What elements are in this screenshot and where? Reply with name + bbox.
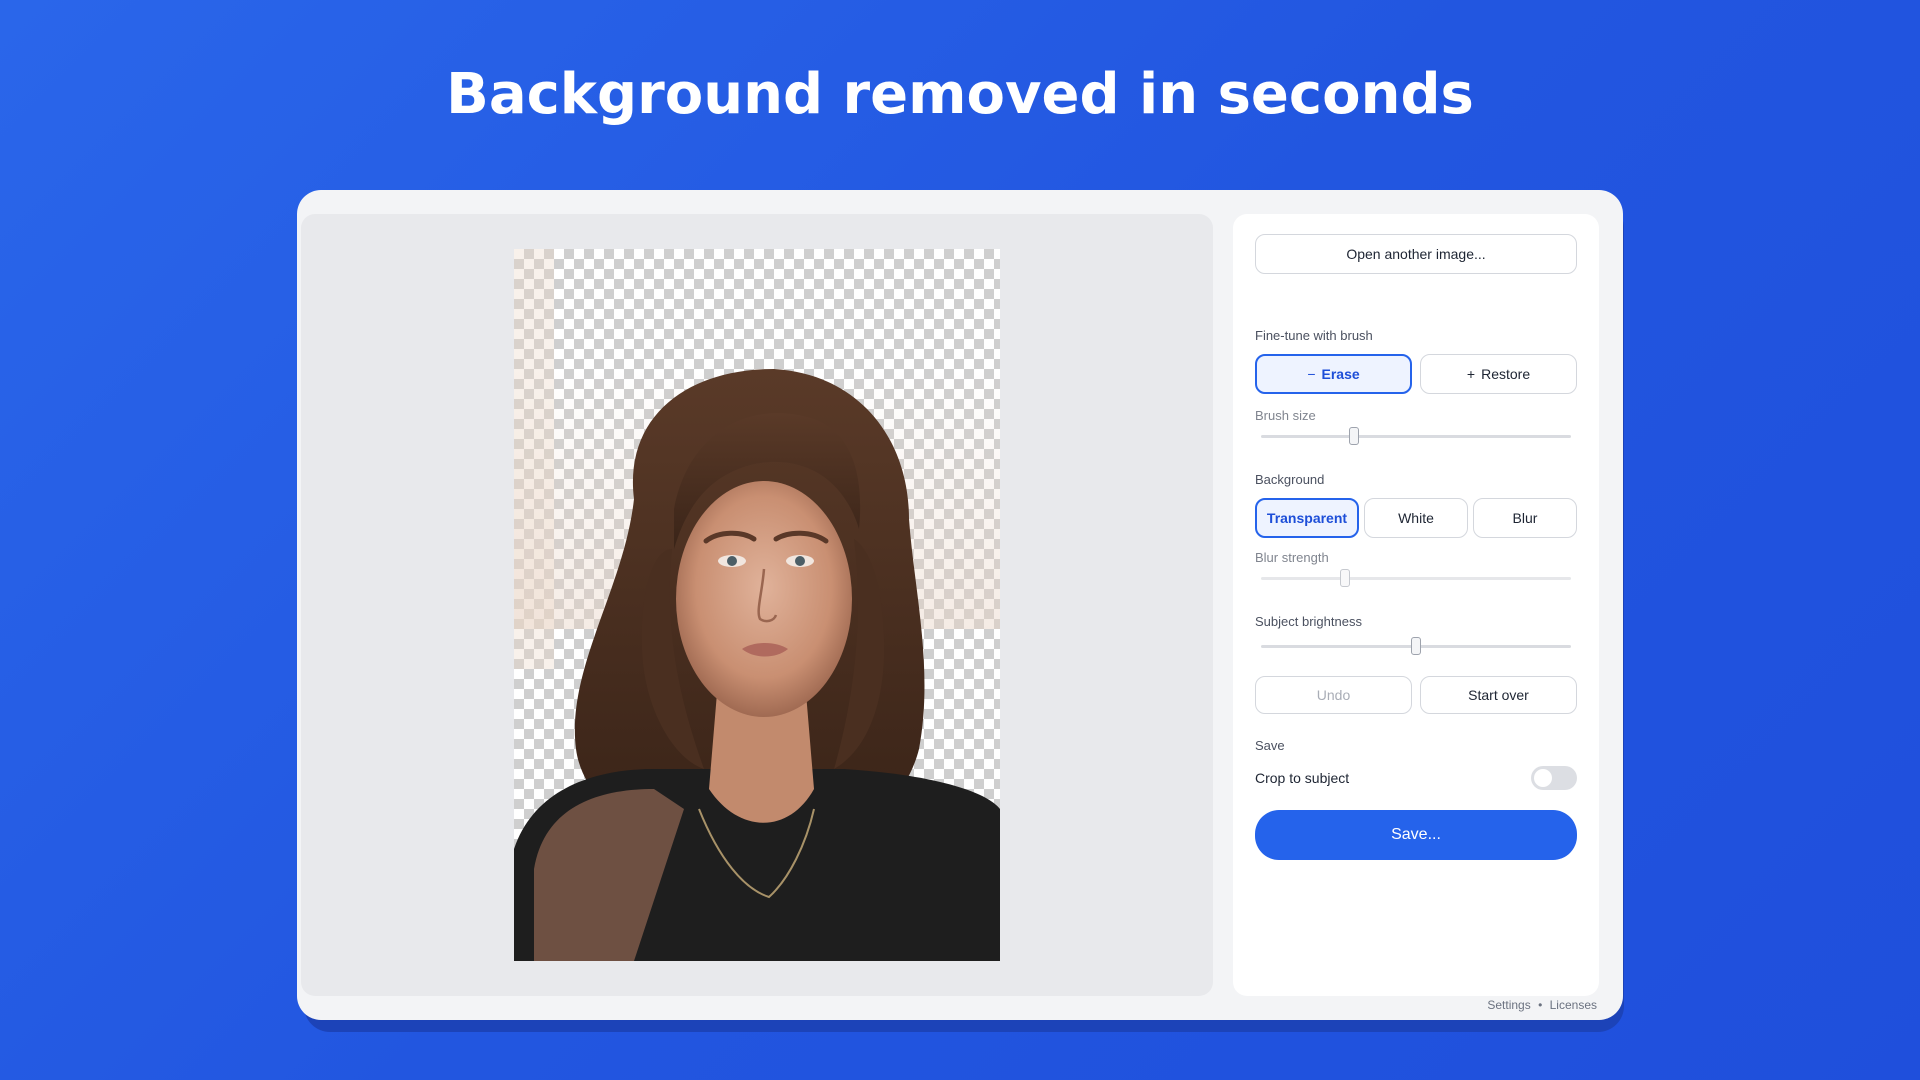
app-window: Open another image... Fine-tune with bru… [297, 190, 1623, 1020]
control-panel: Open another image... Fine-tune with bru… [1233, 214, 1599, 996]
background-white-button[interactable]: White [1364, 498, 1468, 538]
toggle-knob [1534, 769, 1552, 787]
subject-brightness-slider-thumb[interactable] [1411, 637, 1421, 655]
background-transparent-button[interactable]: Transparent [1255, 498, 1359, 538]
background-section-label: Background [1255, 472, 1325, 487]
subject-brightness-label: Subject brightness [1255, 614, 1362, 629]
canvas-area [301, 214, 1213, 996]
save-section-label: Save [1255, 738, 1285, 753]
finetune-section-label: Fine-tune with brush [1255, 328, 1373, 343]
brush-size-slider[interactable] [1261, 435, 1571, 438]
subject-image[interactable] [514, 249, 1000, 961]
blur-strength-label: Blur strength [1255, 550, 1329, 565]
footer-links: Settings • Licenses [1487, 998, 1597, 1012]
restore-label: Restore [1481, 366, 1531, 382]
start-over-label: Start over [1468, 687, 1529, 703]
start-over-button[interactable]: Start over [1420, 676, 1577, 714]
plus-icon: + [1466, 366, 1476, 382]
crop-to-subject-label: Crop to subject [1255, 770, 1350, 786]
background-white-label: White [1398, 510, 1434, 526]
erase-label: Erase [1321, 366, 1360, 382]
licenses-link[interactable]: Licenses [1550, 998, 1597, 1012]
footer-separator: • [1538, 998, 1543, 1012]
crop-to-subject-toggle[interactable] [1531, 766, 1577, 790]
blur-strength-slider[interactable] [1261, 577, 1571, 580]
brush-size-slider-thumb[interactable] [1349, 427, 1359, 445]
erase-button[interactable]: − Erase [1255, 354, 1412, 394]
background-blur-button[interactable]: Blur [1473, 498, 1577, 538]
restore-button[interactable]: + Restore [1420, 354, 1577, 394]
brush-size-label: Brush size [1255, 408, 1316, 423]
minus-icon: − [1307, 366, 1316, 382]
settings-link[interactable]: Settings [1487, 998, 1530, 1012]
blur-strength-slider-thumb[interactable] [1339, 569, 1350, 587]
subject-cutout-graphic [514, 249, 1000, 961]
background-transparent-label: Transparent [1266, 510, 1348, 526]
open-another-image-label: Open another image... [1346, 246, 1486, 262]
background-blur-label: Blur [1512, 510, 1538, 526]
save-button-label: Save... [1391, 826, 1441, 843]
undo-button[interactable]: Undo [1255, 676, 1412, 714]
page-headline: Background removed in seconds [446, 62, 1474, 127]
undo-label: Undo [1316, 687, 1351, 703]
open-another-image-button[interactable]: Open another image... [1255, 234, 1577, 274]
save-button[interactable]: Save... [1255, 810, 1577, 860]
